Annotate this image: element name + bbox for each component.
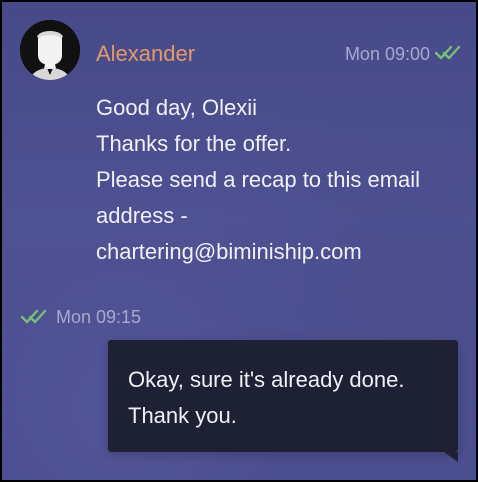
incoming-message-text: Good day, Olexii Thanks for the offer. P… xyxy=(96,90,456,270)
outgoing-message-text: Okay, sure it's already done. Thank you. xyxy=(128,362,438,434)
incoming-message-line: Good day, Olexii xyxy=(96,95,258,120)
email-link[interactable]: chartering@biminiship.com xyxy=(96,234,456,270)
double-check-icon xyxy=(434,45,461,60)
outgoing-message-line: Okay, sure it's already done. xyxy=(128,367,405,392)
bubble-tail xyxy=(444,452,458,462)
incoming-timestamp: Mon 09:00 xyxy=(344,44,430,64)
incoming-message-line: Please send a recap to this email xyxy=(96,167,421,192)
outgoing-message-line: Thank you. xyxy=(128,403,237,428)
outgoing-timestamp: Mon 09:15 xyxy=(56,307,142,327)
sender-name: Alexander xyxy=(96,41,196,66)
double-check-icon xyxy=(20,309,47,324)
outgoing-message-bubble[interactable]: Okay, sure it's already done. Thank you. xyxy=(108,340,458,462)
user-avatar-icon[interactable] xyxy=(20,20,80,80)
avatar-silhouette-icon xyxy=(20,20,80,80)
incoming-message-line: Thanks for the offer. xyxy=(96,131,292,156)
chat-window: Alexander Mon 09:00 Good day, Olexii Tha… xyxy=(0,0,478,482)
incoming-message-line: address - xyxy=(96,203,188,228)
